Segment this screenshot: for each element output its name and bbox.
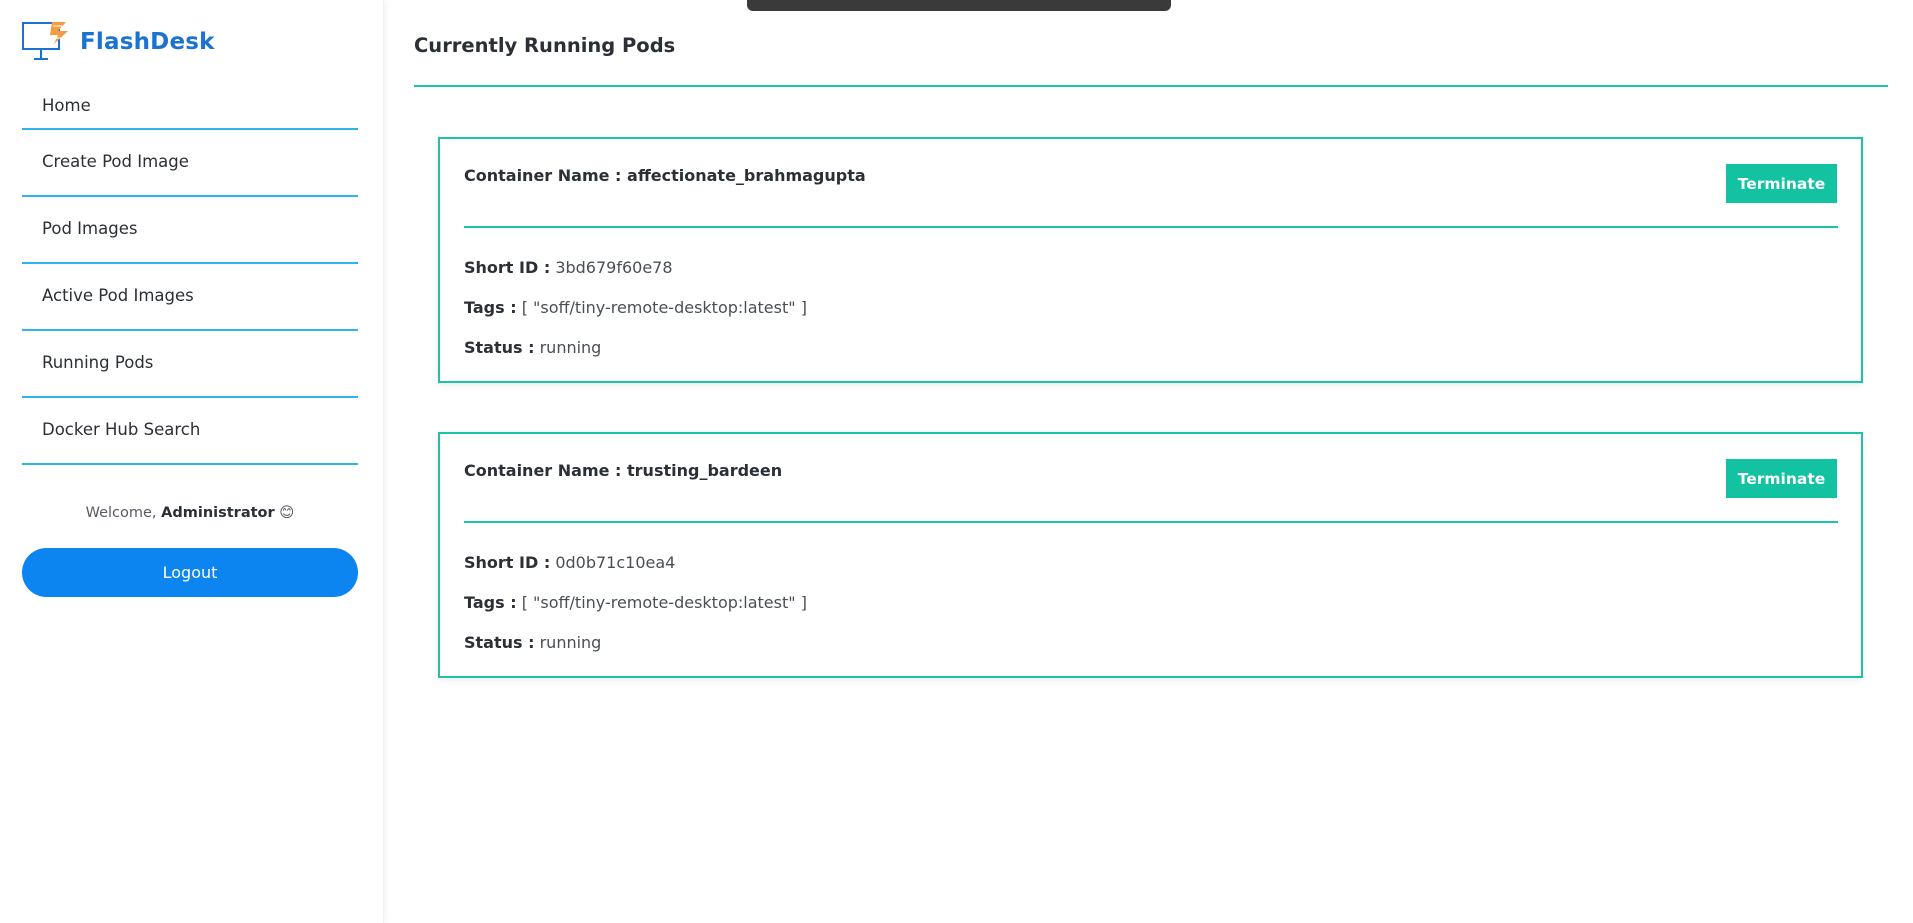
welcome-message: Welcome, Administrator 😊 xyxy=(22,505,358,521)
status-label: Status : xyxy=(464,338,535,357)
status-value: running xyxy=(539,633,602,652)
tags-label: Tags : xyxy=(464,593,517,612)
tags-field: Tags : [ "soff/tiny-remote-desktop:lates… xyxy=(464,298,807,317)
notification-bar xyxy=(747,0,1171,11)
smile-emoji-icon: 😊 xyxy=(279,505,295,521)
sidebar-nav: Home Create Pod Image Pod Images Active … xyxy=(22,87,358,467)
card-divider xyxy=(464,226,1838,228)
welcome-user: Administrator xyxy=(161,505,275,521)
sidebar: FlashDesk Home Create Pod Image Pod Imag… xyxy=(0,0,384,923)
card-divider xyxy=(464,521,1838,523)
sidebar-item-docker-hub-search[interactable]: Docker Hub Search xyxy=(22,400,358,465)
status-label: Status : xyxy=(464,633,535,652)
logout-button[interactable]: Logout xyxy=(22,548,358,597)
tags-value: [ "soff/tiny-remote-desktop:latest" ] xyxy=(521,298,807,317)
short-id-label: Short ID : xyxy=(464,258,551,277)
title-divider xyxy=(414,85,1888,87)
short-id-value: 3bd679f60e78 xyxy=(555,258,673,277)
short-id-field: Short ID : 3bd679f60e78 xyxy=(464,258,673,277)
page-title: Currently Running Pods xyxy=(414,34,676,57)
pod-card: Container Name : affectionate_brahmagupt… xyxy=(438,137,1863,383)
container-name: Container Name : trusting_bardeen xyxy=(464,461,782,480)
sidebar-item-active-pod-images[interactable]: Active Pod Images xyxy=(22,266,358,331)
short-id-label: Short ID : xyxy=(464,553,551,572)
status-value: running xyxy=(539,338,602,357)
container-name-value: trusting_bardeen xyxy=(627,461,783,480)
welcome-prefix: Welcome, xyxy=(85,505,157,521)
tags-field: Tags : [ "soff/tiny-remote-desktop:lates… xyxy=(464,593,807,612)
sidebar-item-running-pods[interactable]: Running Pods xyxy=(22,333,358,398)
container-name-value: affectionate_brahmagupta xyxy=(627,166,866,185)
terminate-button[interactable]: Terminate xyxy=(1726,459,1837,498)
brand-name: FlashDesk xyxy=(80,29,215,55)
status-field: Status : running xyxy=(464,633,601,652)
tags-label: Tags : xyxy=(464,298,517,317)
terminate-button[interactable]: Terminate xyxy=(1726,164,1837,203)
container-name-label: Container Name : xyxy=(464,166,622,185)
sidebar-item-pod-images[interactable]: Pod Images xyxy=(22,199,358,264)
sidebar-item-home[interactable]: Home xyxy=(22,87,358,130)
monitor-flash-icon xyxy=(22,22,68,60)
status-field: Status : running xyxy=(464,338,601,357)
sidebar-item-create-pod-image[interactable]: Create Pod Image xyxy=(22,132,358,197)
short-id-field: Short ID : 0d0b71c10ea4 xyxy=(464,553,675,572)
container-name: Container Name : affectionate_brahmagupt… xyxy=(464,166,866,185)
tags-value: [ "soff/tiny-remote-desktop:latest" ] xyxy=(521,593,807,612)
short-id-value: 0d0b71c10ea4 xyxy=(555,553,676,572)
pod-card: Container Name : trusting_bardeen Termin… xyxy=(438,432,1863,678)
brand[interactable]: FlashDesk xyxy=(22,22,215,62)
container-name-label: Container Name : xyxy=(464,461,622,480)
